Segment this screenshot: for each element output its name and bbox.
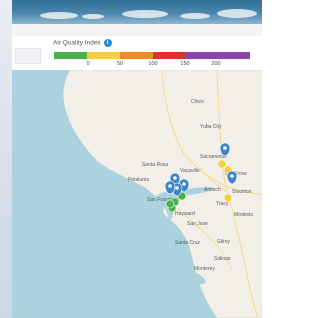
aqi-tick-label: 200	[211, 61, 221, 67]
city-label: Santa Cruz	[175, 240, 201, 246]
city-label: San Jose	[187, 221, 208, 227]
aqi-color-scale	[54, 52, 250, 59]
city-label: Modesto	[234, 212, 253, 218]
city-label: Hayward	[175, 211, 195, 217]
city-label: Stockton	[232, 189, 252, 195]
info-icon[interactable]: i	[103, 39, 112, 47]
aqi-station-dot[interactable]	[223, 193, 233, 203]
aqi-tick-label: 150	[180, 61, 190, 67]
city-label: Chico	[191, 99, 204, 105]
city-label: Salinas	[214, 256, 231, 262]
aqi-tick-label: 0	[86, 61, 90, 67]
aqi-legend-title: Air Quality Index i	[53, 39, 112, 47]
city-label: Yuba City	[200, 124, 222, 130]
city-label: Antioch	[204, 187, 221, 193]
aqi-tick-label: 50	[116, 61, 124, 67]
city-label: Petaluma	[128, 177, 149, 183]
aqi-segment	[54, 52, 87, 59]
aqi-segment	[186, 52, 250, 59]
sidebar-strip	[0, 0, 12, 318]
aqi-segment	[87, 52, 120, 59]
aqi-tick-label: 100	[148, 61, 158, 67]
map-canvas[interactable]: ChicoYuba CitySacramentoSanta RosaVacavi…	[12, 70, 262, 318]
aqi-segment	[153, 52, 186, 59]
aqi-legend-title-text: Air Quality Index	[53, 39, 101, 47]
aqi-station-dot[interactable]	[165, 199, 175, 209]
city-label: Santa Rosa	[142, 162, 168, 168]
city-label: Gilroy	[217, 239, 231, 245]
header-banner	[12, 0, 262, 24]
aqi-segment	[120, 52, 153, 59]
control-box[interactable]	[15, 48, 41, 64]
toolbar-band	[12, 24, 262, 36]
city-label: Monterey	[194, 266, 215, 272]
city-label: Vacaville	[180, 168, 200, 174]
aqi-station-dot[interactable]	[217, 159, 227, 169]
map-view[interactable]: Chico Yuba City Sacramento Santa Rosa Vacavi…	[12, 70, 262, 318]
